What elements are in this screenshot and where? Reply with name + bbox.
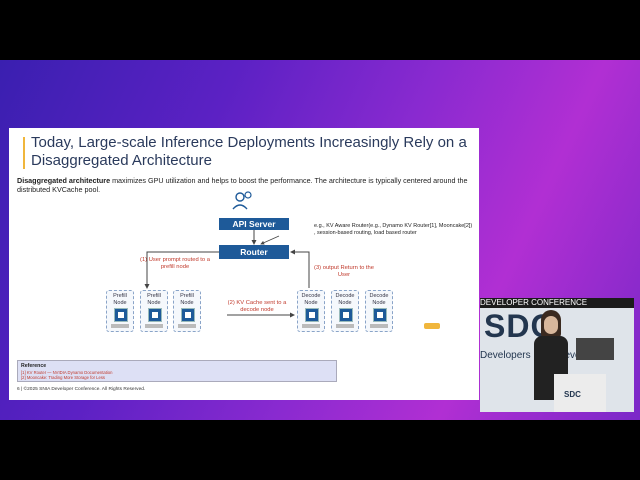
- gpu-chip-icon: [305, 308, 319, 322]
- node-base: [370, 324, 388, 328]
- sdc-logo-text: SDC: [442, 321, 464, 332]
- sdc-logo-mark-icon: [424, 323, 440, 330]
- decode-node: Decode Node: [365, 290, 393, 332]
- gpu-chip-icon: [181, 308, 195, 322]
- video-frame: Today, Large-scale Inference Deployments…: [0, 60, 640, 420]
- presentation-slide: Today, Large-scale Inference Deployments…: [9, 128, 479, 400]
- reference-box: Reference [1] KV Router — NVIDIA Dynamo …: [17, 360, 337, 382]
- laptop: [576, 338, 614, 360]
- node-base: [336, 324, 354, 328]
- reference-link-2[interactable]: [2] Mooncake: Trading More Storage for L…: [21, 375, 105, 380]
- step1-label: (1) User prompt routed to a prefill node: [140, 257, 210, 270]
- node-base: [178, 324, 196, 328]
- decode-node: Decode Node: [331, 290, 359, 332]
- step3-label: (3) output Return to the User: [314, 265, 374, 278]
- podium-logo: SDC: [564, 390, 581, 399]
- node-base: [145, 324, 163, 328]
- node-label: Decode Node: [301, 293, 321, 306]
- node-base: [302, 324, 320, 328]
- prefill-node: Prefill Node: [106, 290, 134, 332]
- reference-header: Reference: [21, 363, 47, 369]
- node-label: Prefill Node: [147, 293, 161, 306]
- decode-node: Decode Node: [297, 290, 325, 332]
- step2-label: (2) KV Cache sent to a decode node: [227, 300, 287, 313]
- node-base: [111, 324, 129, 328]
- gpu-chip-icon: [339, 308, 353, 322]
- node-label: Prefill Node: [180, 293, 194, 306]
- node-label: Decode Node: [335, 293, 355, 306]
- prefill-node: Prefill Node: [140, 290, 168, 332]
- gpu-chip-icon: [148, 308, 162, 322]
- speaker-camera-inset: DEVELOPER CONFERENCE SDC Developers FOR …: [480, 298, 634, 412]
- node-label: Decode Node: [369, 293, 389, 306]
- gpu-chip-icon: [114, 308, 128, 322]
- gpu-chip-icon: [373, 308, 387, 322]
- speaker-face: [544, 316, 558, 334]
- camera-banner: DEVELOPER CONFERENCE: [480, 298, 634, 308]
- sdc-logo: SDC: [424, 321, 463, 332]
- node-label: Prefill Node: [113, 293, 127, 306]
- prefill-node: Prefill Node: [173, 290, 201, 332]
- slide-footer: 6 | ©2025 SNIA Developer Conference. All…: [17, 387, 146, 392]
